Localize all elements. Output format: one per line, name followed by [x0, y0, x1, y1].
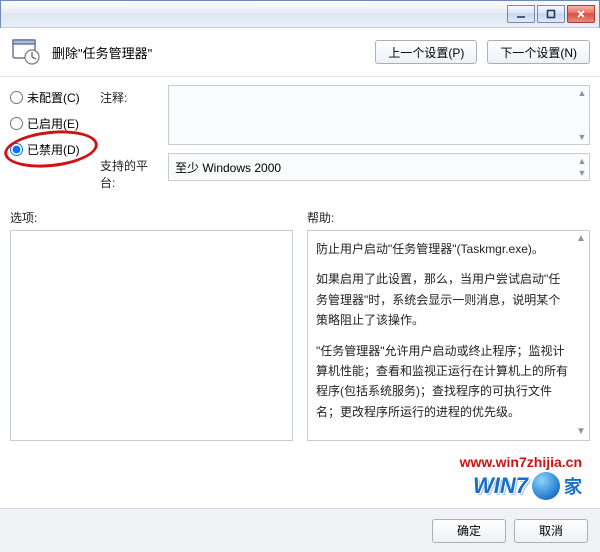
divider [0, 76, 600, 77]
ok-button[interactable]: 确定 [432, 519, 506, 543]
radio-label: 已禁用(D) [27, 141, 80, 158]
previous-setting-button[interactable]: 上一个设置(P) [375, 40, 477, 64]
radio-enabled[interactable]: 已启用(E) [10, 113, 92, 133]
help-label: 帮助: [307, 209, 590, 226]
radio-not-configured[interactable]: 未配置(C) [10, 87, 92, 107]
dialog-footer: 确定 取消 [0, 508, 600, 552]
window-titlebar [0, 0, 600, 28]
platform-label: 支持的平台: [100, 153, 160, 191]
scrollbar[interactable]: ▲ ▼ [577, 88, 587, 142]
watermark-brand: WIN7 [473, 473, 528, 499]
help-panel: 防止用户启动"任务管理器"(Taskmgr.exe)。 如果启用了此设置，那么，… [307, 230, 590, 441]
close-button[interactable] [567, 5, 595, 23]
next-setting-button[interactable]: 下一个设置(N) [487, 40, 590, 64]
help-para: "任务管理器"允许用户启动或终止程序；监视计算机性能；查看和监视正运行在计算机上… [316, 341, 571, 423]
platform-value: 至少 Windows 2000 [175, 159, 281, 176]
state-radio-group: 未配置(C) 已启用(E) 已禁用(D) [10, 85, 92, 191]
scroll-up-icon[interactable]: ▲ [577, 156, 587, 166]
watermark-logo: WIN7 家 [460, 472, 582, 500]
page-title: 删除"任务管理器" [52, 43, 152, 62]
minimize-button[interactable] [507, 5, 535, 23]
comment-textarea[interactable]: ▲ ▼ [168, 85, 590, 145]
radio-disabled[interactable]: 已禁用(D) [10, 139, 92, 159]
scroll-down-icon[interactable]: ▼ [577, 132, 587, 142]
watermark-url: www.win7zhijia.cn [460, 454, 582, 470]
scroll-up-icon[interactable]: ▲ [577, 88, 587, 98]
scroll-down-icon[interactable]: ▼ [575, 426, 587, 438]
header: 删除"任务管理器" 上一个设置(P) 下一个设置(N) [10, 36, 590, 76]
radio-not-configured-input[interactable] [10, 91, 23, 104]
watermark: www.win7zhijia.cn WIN7 家 [460, 454, 582, 500]
platform-field: 至少 Windows 2000 ▲ ▼ [168, 153, 590, 181]
cancel-button[interactable]: 取消 [514, 519, 588, 543]
globe-icon [532, 472, 560, 500]
comment-label: 注释: [100, 85, 160, 106]
help-para: 如果启用了此设置，那么，当用户尝试启动"任务管理器"时，系统会显示一则消息，说明… [316, 269, 571, 330]
radio-label: 已启用(E) [27, 115, 79, 132]
help-para: 防止用户启动"任务管理器"(Taskmgr.exe)。 [316, 239, 571, 259]
options-panel[interactable] [10, 230, 293, 441]
window-buttons [507, 5, 599, 23]
radio-label: 未配置(C) [27, 89, 80, 106]
scrollbar[interactable]: ▲ ▼ [575, 233, 587, 438]
scroll-up-icon[interactable]: ▲ [575, 233, 587, 245]
policy-icon [10, 36, 42, 68]
options-label: 选项: [10, 209, 293, 226]
scroll-down-icon[interactable]: ▼ [577, 168, 587, 178]
maximize-button[interactable] [537, 5, 565, 23]
radio-enabled-input[interactable] [10, 117, 23, 130]
radio-disabled-input[interactable] [10, 143, 23, 156]
watermark-suffix: 家 [564, 473, 582, 499]
scrollbar[interactable]: ▲ ▼ [577, 156, 587, 178]
